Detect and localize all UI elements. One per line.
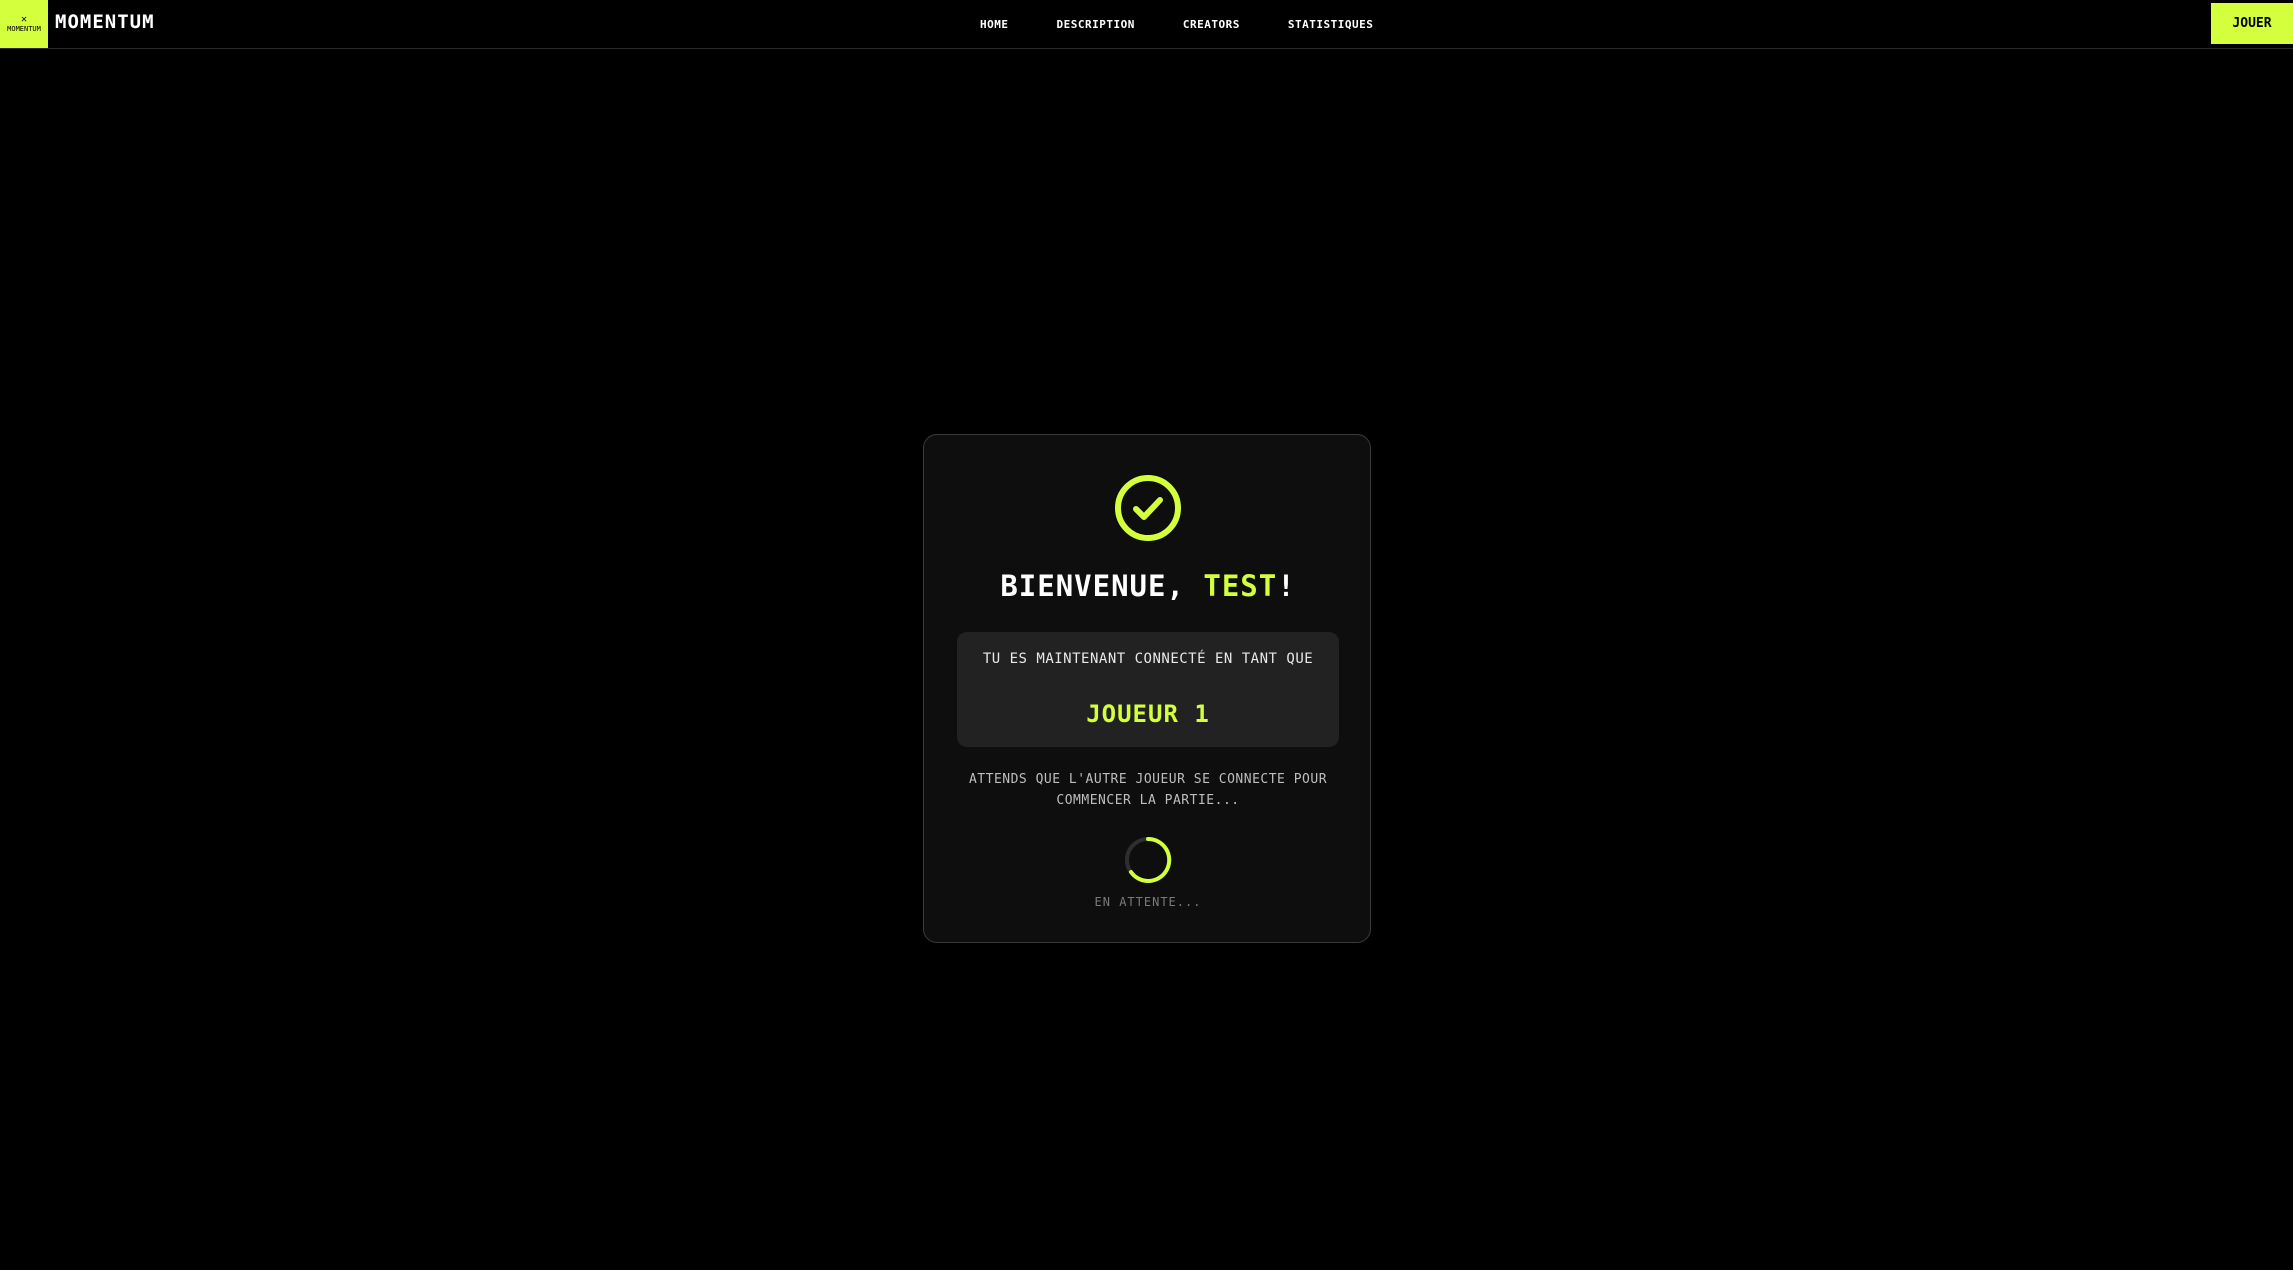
welcome-suffix: !: [1277, 569, 1296, 603]
loading-spinner-icon: [1125, 836, 1172, 883]
logo-mark-icon: ✕: [20, 13, 28, 25]
welcome-card: BIENVENUE, TEST! TU ES MAINTENANT CONNEC…: [923, 434, 1371, 943]
play-button[interactable]: JOUER: [2211, 3, 2293, 44]
logo-text: MOMENTUM: [7, 24, 41, 33]
nav-link-creators[interactable]: CREATORS: [1183, 18, 1240, 31]
top-navbar: ✕ MOMENTUM MOMENTUM HOME DESCRIPTION CRE…: [0, 0, 2293, 49]
waiting-label: EN ATTENTE...: [1094, 895, 1202, 909]
nav-link-home[interactable]: HOME: [980, 18, 1009, 31]
welcome-title: BIENVENUE, TEST!: [924, 569, 1372, 603]
waiting-message: ATTENDS QUE L'AUTRE JOUEUR SE CONNECTE P…: [968, 772, 1328, 808]
welcome-prefix: BIENVENUE,: [1000, 569, 1204, 603]
player-name: TEST: [1203, 569, 1278, 603]
brand-name[interactable]: MOMENTUM: [55, 11, 155, 33]
connection-status-box: TU ES MAINTENANT CONNECTÉ EN TANT QUE JO…: [957, 632, 1339, 747]
status-text: TU ES MAINTENANT CONNECTÉ EN TANT QUE: [982, 651, 1314, 667]
player-role: JOUEUR 1: [1086, 700, 1210, 728]
nav-link-description[interactable]: DESCRIPTION: [1057, 18, 1135, 31]
nav-link-statistiques[interactable]: STATISTIQUES: [1288, 18, 1373, 31]
nav-links: HOME DESCRIPTION CREATORS STATISTIQUES: [980, 0, 1421, 48]
logo[interactable]: ✕ MOMENTUM: [0, 0, 48, 48]
check-circle-icon: [1115, 475, 1181, 541]
